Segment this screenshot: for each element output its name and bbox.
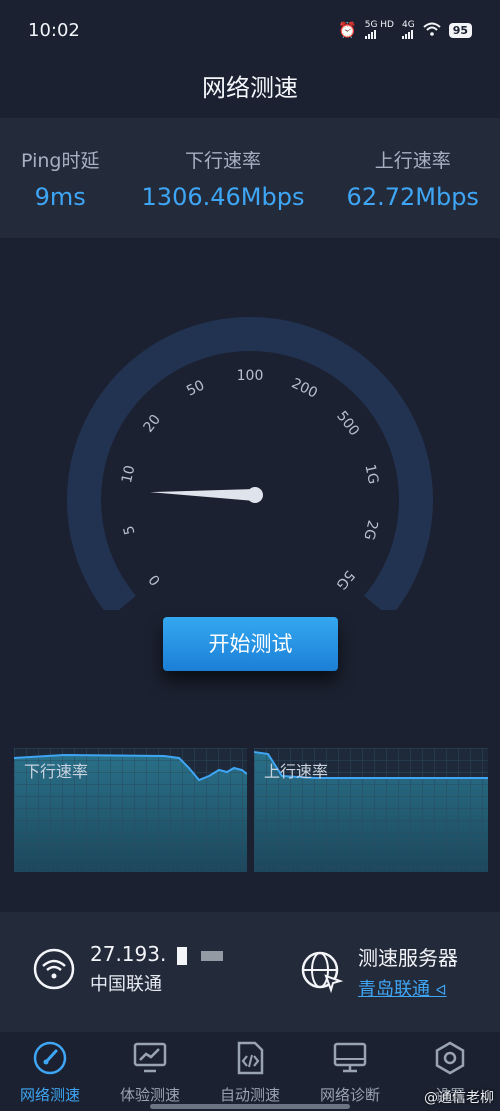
gauge-tick-label: 2G (360, 518, 380, 541)
gauge-needle (150, 489, 256, 501)
connection-info: 27.193. 中国联通 (32, 942, 224, 996)
gauge-tick-label: 10 (119, 464, 138, 485)
download-metric: 下行速率 1306.46Mbps (142, 146, 305, 211)
metrics-panel: Ping时延 9ms 下行速率 1306.46Mbps 上行速率 62.72Mb… (0, 118, 500, 238)
monitor-chart-icon (133, 1042, 167, 1073)
server-link[interactable]: 青岛联通 ᐊ (358, 975, 458, 1001)
gauge-tick-label: 5G (333, 567, 358, 592)
tab-auto-speed[interactable]: 自动测速 (200, 1032, 300, 1111)
gauge-tick-label: 200 (289, 375, 320, 401)
signal-5g-icon: 5G HD (364, 20, 394, 39)
chevron-left-icon[interactable]: ᐊ (436, 983, 447, 999)
status-bar: 10:02 ⏰ 5G HD 4G 95 (0, 0, 500, 60)
speed-charts: 下行速率 上行速率 (14, 748, 488, 872)
wifi-icon (423, 22, 441, 39)
upload-label: 上行速率 (374, 149, 451, 172)
tab-network-speed[interactable]: 网络测速 (0, 1032, 100, 1111)
status-time: 10:02 (28, 19, 80, 41)
start-test-button[interactable]: 开始测试 (163, 617, 338, 671)
tab-label: 网络诊断 (319, 1086, 380, 1104)
ping-label: Ping时延 (21, 149, 100, 172)
download-chart-label: 下行速率 (24, 762, 89, 781)
redaction-mark (176, 946, 187, 965)
gauge-tick-label: 100 (237, 368, 264, 384)
tab-label: 网络测速 (19, 1086, 80, 1104)
gauge-tick-label: 500 (333, 408, 362, 439)
alarm-icon: ⏰ (338, 21, 357, 39)
gauge-tick-label: 20 (140, 412, 164, 436)
gauge-tick-label: 50 (184, 377, 207, 399)
download-value: 1306.46Mbps (141, 182, 305, 211)
redaction-mark (201, 950, 224, 961)
tab-label: 体验测速 (119, 1086, 180, 1104)
ping-value: 9ms (34, 182, 86, 211)
wifi-circle-icon (33, 948, 75, 990)
speed-gauge: 0 5 10 20 50 100 200 500 1G 2G 5G (67, 317, 433, 610)
gauge-needle-hub (247, 487, 263, 503)
battery-indicator: 95 (448, 22, 472, 38)
server-name-text[interactable]: 青岛联通 (358, 979, 430, 1000)
isp-name: 中国联通 (90, 974, 162, 995)
upload-metric: 上行速率 62.72Mbps (347, 146, 479, 211)
upload-value: 62.72Mbps (346, 182, 479, 211)
signal-4g-icon: 4G (401, 20, 415, 39)
download-chart: 下行速率 (14, 748, 247, 872)
gauge-tick-label: 0 (146, 571, 164, 588)
gauge-tick-label: 1G (361, 463, 381, 486)
speedometer-icon (33, 1041, 67, 1075)
ip-address: 27.193. (90, 942, 224, 966)
network-info-panel: 27.193. 中国联通 测速服务器 青岛联通 ᐊ (0, 912, 500, 1032)
download-label: 下行速率 (184, 149, 261, 172)
tab-network-diagnosis[interactable]: 网络诊断 (300, 1032, 400, 1111)
status-icons: ⏰ 5G HD 4G 95 (338, 21, 472, 39)
ip-address-text: 27.193. (90, 942, 167, 966)
upload-chart: 上行速率 (254, 748, 488, 872)
globe-cursor-icon (301, 951, 344, 993)
gauge-tick-labels: 0 5 10 20 50 100 200 500 1G 2G 5G (119, 368, 381, 592)
signal-4g-label: 4G (401, 20, 415, 30)
watermark: @通信老柳 (424, 1090, 494, 1106)
gauge-tick-label: 5 (121, 524, 139, 537)
tab-label: 自动测速 (219, 1086, 280, 1104)
signal-5g-label: 5G HD (364, 20, 394, 30)
hexagon-gear-icon (435, 1041, 465, 1075)
desktop-icon (333, 1042, 367, 1073)
home-indicator[interactable] (150, 1104, 350, 1109)
server-title: 测速服务器 (358, 946, 458, 970)
server-info: 测速服务器 青岛联通 ᐊ (300, 942, 458, 1001)
tab-experience-speed[interactable]: 体验测速 (100, 1032, 200, 1111)
code-doc-icon (237, 1041, 264, 1075)
ping-metric: Ping时延 9ms (21, 146, 99, 211)
page-title: 网络测速 (202, 74, 298, 102)
upload-chart-label: 上行速率 (264, 762, 329, 781)
